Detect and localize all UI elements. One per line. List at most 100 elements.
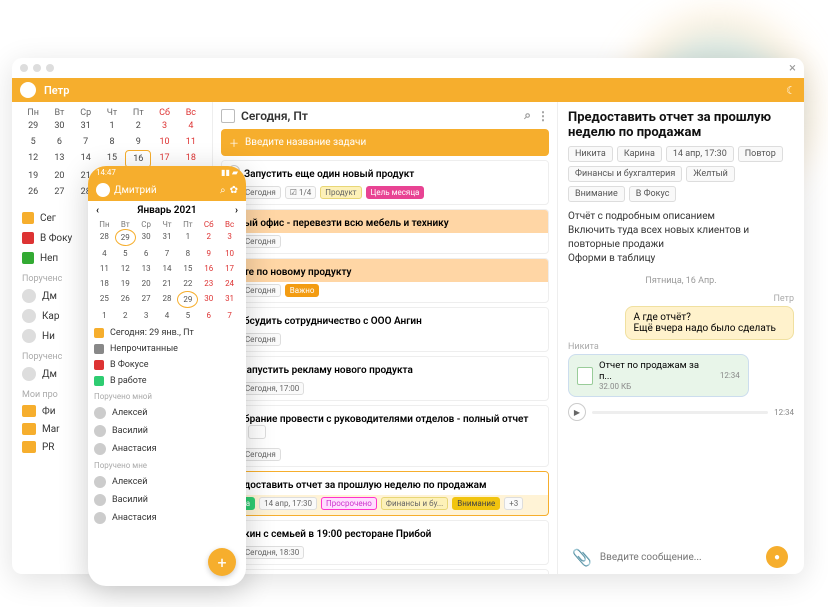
message-composer: 📎 ● — [572, 546, 788, 568]
mobile-filter-focus[interactable]: В Фокусе — [94, 357, 240, 373]
mobile-user-item[interactable]: Василий — [94, 422, 240, 440]
property-chip[interactable]: Никита — [568, 146, 613, 162]
avatar-icon — [94, 407, 106, 419]
message-time: 12:34 — [774, 408, 794, 417]
mobile-user: Дмитрий — [114, 185, 157, 196]
folder-icon — [22, 405, 36, 417]
task-title: Предоставить отчет за прошлую неделю по … — [568, 110, 794, 140]
calendar-icon — [22, 212, 34, 224]
mobile-filter-working[interactable]: В работе — [94, 373, 240, 389]
mobile-filter-unread[interactable]: Непрочитанные — [94, 341, 240, 357]
property-chip[interactable]: В Фокус — [629, 186, 677, 202]
avatar-icon — [22, 289, 36, 303]
property-chip[interactable]: Повтор — [738, 146, 783, 162]
traffic-light-icon[interactable] — [20, 64, 28, 72]
task-list-title: Сегодня, Пт — [241, 109, 308, 123]
file-name: Отчет по продажам за п... — [599, 360, 714, 382]
task-row[interactable]: Запустить еще один новый продукт🚩 Сегодн… — [221, 160, 549, 205]
task-row[interactable]: те по новому продукту🚩 СегодняВажно — [221, 258, 549, 303]
avatar-icon — [94, 443, 106, 455]
search-icon[interactable]: ⌕ — [220, 185, 226, 196]
avatar-icon — [22, 367, 36, 381]
avatar-icon — [22, 329, 36, 343]
bell-icon[interactable]: ☾ — [786, 84, 796, 97]
folder-icon — [22, 423, 36, 435]
task-row[interactable]: готовить отчет за прошлый месяц🚩 Сегодня — [221, 569, 549, 574]
property-chip[interactable]: Финансы и бухгалтерия — [568, 166, 682, 182]
avatar[interactable] — [96, 183, 110, 197]
property-chip[interactable]: Карина — [617, 146, 662, 162]
chat-sender-label: Петр — [568, 294, 794, 304]
window-titlebar: × — [12, 58, 804, 78]
bookmark-icon — [22, 232, 34, 244]
mobile-status-bar: 14:47▮▮ ▰ — [88, 166, 246, 179]
avatar-icon — [94, 425, 106, 437]
flag-icon — [22, 252, 34, 264]
mobile-item-today[interactable]: Сегодня: 29 янв., Пт — [94, 325, 240, 341]
mobile-user-item[interactable]: Алексей — [94, 473, 240, 491]
calendar-weekdays: ПнВтСрЧтПтСбВс — [20, 108, 204, 118]
mobile-user-item[interactable]: Алексей — [94, 404, 240, 422]
avatar-icon — [22, 309, 36, 323]
current-user: Петр — [44, 84, 69, 97]
mobile-user-item[interactable]: Анастасия — [94, 509, 240, 527]
mobile-toolbar: Дмитрий ⌕ ✿ — [88, 179, 246, 201]
search-icon[interactable]: ⌕ — [524, 108, 531, 123]
fab-add-button[interactable]: + — [208, 548, 236, 576]
property-chip[interactable]: 14 апр, 17:30 — [666, 146, 734, 162]
more-icon[interactable]: ⋮ — [537, 109, 549, 123]
wifi-icon: ▮▮ ▰ — [221, 168, 238, 177]
mobile-month-selector[interactable]: ‹ Январь 2021 › — [88, 201, 246, 220]
mobile-user-item[interactable]: Василий — [94, 491, 240, 509]
mobile-user-item[interactable]: Анастасия — [94, 440, 240, 458]
attachment-icon[interactable]: 📎 — [572, 548, 592, 567]
app-toolbar: Петр ☾ — [12, 78, 804, 102]
chevron-right-icon[interactable]: › — [235, 205, 238, 216]
mobile-group-assigned-to: Поручено мне — [94, 461, 240, 470]
file-icon[interactable] — [577, 367, 593, 385]
chat-date-separator: Пятница, 16 Апр. — [568, 276, 794, 286]
task-list-panel: Сегодня, Пт ⌕ ⋮ ＋ Введите название задач… — [212, 102, 557, 574]
mobile-window: 14:47▮▮ ▰ Дмитрий ⌕ ✿ ‹ Январь 2021 › Пн… — [88, 166, 246, 586]
task-row[interactable]: ый офис - перевезти всю мебель и технику… — [221, 209, 549, 254]
chat-audio-message: ▶ 12:34 — [568, 403, 794, 421]
folder-icon — [22, 441, 36, 453]
calendar-icon[interactable] — [221, 109, 235, 123]
file-size: 32.00 КБ — [599, 382, 714, 391]
chat-message-in: Отчет по продажам за п... 32.00 КБ 12:34 — [568, 354, 749, 397]
task-row[interactable]: lапустить рекламу нового продукта🚩 Сегод… — [221, 356, 549, 401]
message-time: 12:34 — [720, 371, 740, 380]
task-row[interactable]: брание провести с руководителями отделов… — [221, 405, 549, 467]
property-chip[interactable]: Внимание — [568, 186, 625, 202]
settings-icon[interactable]: ✿ — [230, 185, 238, 196]
plus-icon: ＋ — [229, 135, 239, 150]
chat-sender-label: Никита — [568, 342, 794, 352]
avatar-icon — [94, 476, 106, 488]
traffic-light-icon[interactable] — [46, 64, 54, 72]
task-details-panel: Предоставить отчет за прошлую неделю по … — [557, 102, 804, 574]
add-task-input[interactable]: ＋ Введите название задачи — [221, 129, 549, 156]
task-row[interactable]: доставить отчет за прошлую неделю по про… — [221, 471, 549, 516]
chevron-left-icon[interactable]: ‹ — [96, 205, 99, 216]
mobile-weekdays: ПнВтСрЧтПтСбВс — [88, 220, 246, 229]
avatar-icon — [94, 512, 106, 524]
flag-icon — [94, 376, 104, 386]
task-property-chips: НикитаКарина14 апр, 17:30Повтор Финансы и… — [568, 146, 794, 202]
task-row[interactable]: бсудить сотрудничество с ООО Ангин🚩 Сего… — [221, 307, 549, 352]
avatar-icon — [94, 494, 106, 506]
mobile-calendar[interactable]: 2829303112345678910111213141516171819202… — [88, 229, 246, 323]
send-button[interactable]: ● — [766, 546, 788, 568]
close-icon[interactable]: × — [789, 61, 796, 76]
audio-progress[interactable] — [592, 411, 768, 414]
message-input[interactable] — [600, 552, 758, 563]
traffic-light-icon[interactable] — [33, 64, 41, 72]
property-chip[interactable]: Желтый — [686, 166, 735, 182]
task-row[interactable]: кин с семьей в 19:00 ресторане Прибой🚩 С… — [221, 520, 549, 565]
calendar-icon — [94, 328, 104, 338]
bookmark-icon — [94, 360, 104, 370]
mobile-group-assigned-by: Поручено мной — [94, 392, 240, 401]
inbox-icon — [94, 344, 104, 354]
avatar[interactable] — [20, 82, 36, 98]
play-icon[interactable]: ▶ — [568, 403, 586, 421]
add-task-placeholder: Введите название задачи — [245, 137, 366, 148]
